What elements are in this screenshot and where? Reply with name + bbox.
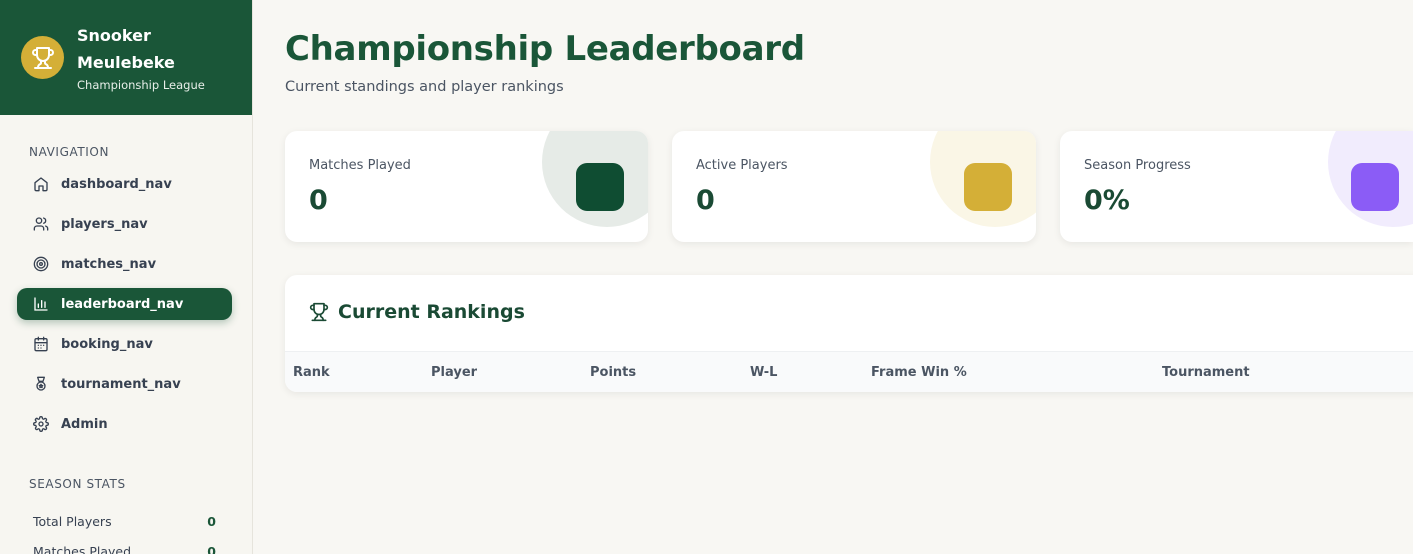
brand-subtitle: Championship League [77,78,205,92]
card-label: Active Players [696,158,788,173]
rankings-title: Current Rankings [338,301,525,323]
page-title: Championship Leaderboard [285,29,805,69]
sidebar-item-label: Admin [61,416,108,432]
stat-label: Matches Played [33,544,132,554]
column-header-tournament[interactable]: Tournament [1162,365,1250,380]
rankings-panel: Current Rankings Rank Player Points W-L … [285,275,1413,392]
stat-row-total-players: Total Players 0 [33,514,216,529]
bar-chart-icon [34,297,48,311]
sidebar-item-label: dashboard_nav [61,176,172,192]
card-value: 0 [696,185,715,216]
card-icon-square [1351,163,1399,211]
page-subtitle: Current standings and player rankings [285,79,564,95]
column-header-frame-win[interactable]: Frame Win % [871,365,967,380]
navigation-title: NAVIGATION [29,145,110,159]
sidebar-item-dashboard[interactable]: dashboard_nav [17,168,232,200]
card-value: 0% [1084,185,1130,216]
sidebar-item-tournament[interactable]: tournament_nav [17,368,232,400]
sidebar-item-booking[interactable]: booking_nav [17,328,232,360]
rankings-header: Current Rankings [309,301,525,323]
sidebar-item-admin[interactable]: Admin [17,408,232,440]
sidebar-item-leaderboard[interactable]: leaderboard_nav [17,288,232,320]
card-value: 0 [309,185,328,216]
sidebar-item-matches[interactable]: matches_nav [17,248,232,280]
award-icon [36,376,46,391]
sidebar-item-label: players_nav [61,216,148,232]
brand-logo [21,36,64,79]
sidebar-item-players[interactable]: players_nav [17,208,232,240]
sidebar-item-label: leaderboard_nav [61,296,184,312]
card-label: Season Progress [1084,158,1191,173]
card-icon-square [576,163,624,211]
column-header-w-l[interactable]: W-L [750,365,777,380]
target-icon [33,256,49,272]
stat-card-season-progress: Season Progress 0% [1060,131,1413,242]
trophy-icon [31,46,54,69]
home-icon [34,177,48,192]
sidebar-item-label: booking_nav [61,336,153,352]
gear-icon [33,416,49,432]
brand-title: Snooker Meulebeke [77,26,175,72]
column-header-rank[interactable]: Rank [293,365,330,380]
stat-label: Total Players [33,514,112,529]
users-icon [33,217,49,231]
column-header-points[interactable]: Points [590,365,636,380]
sidebar: Snooker Meulebeke Championship League NA… [0,0,253,554]
card-icon-square [964,163,1012,211]
trophy-icon [309,302,329,322]
stat-row-matches-played: Matches Played 0 [33,544,216,554]
stat-card-active-players: Active Players 0 [672,131,1036,242]
column-header-player[interactable]: Player [431,365,477,380]
brand-header: Snooker Meulebeke Championship League [0,0,252,115]
calendar-icon [34,336,48,352]
sidebar-item-label: tournament_nav [61,376,181,392]
stat-value: 0 [207,544,216,554]
season-stats-title: SEASON STATS [29,477,126,491]
rankings-table-header: Rank Player Points W-L Frame Win % Tourn… [285,351,1413,392]
card-label: Matches Played [309,158,411,173]
sidebar-item-label: matches_nav [61,256,157,272]
stat-card-matches-played: Matches Played 0 [285,131,648,242]
stat-value: 0 [207,514,216,529]
